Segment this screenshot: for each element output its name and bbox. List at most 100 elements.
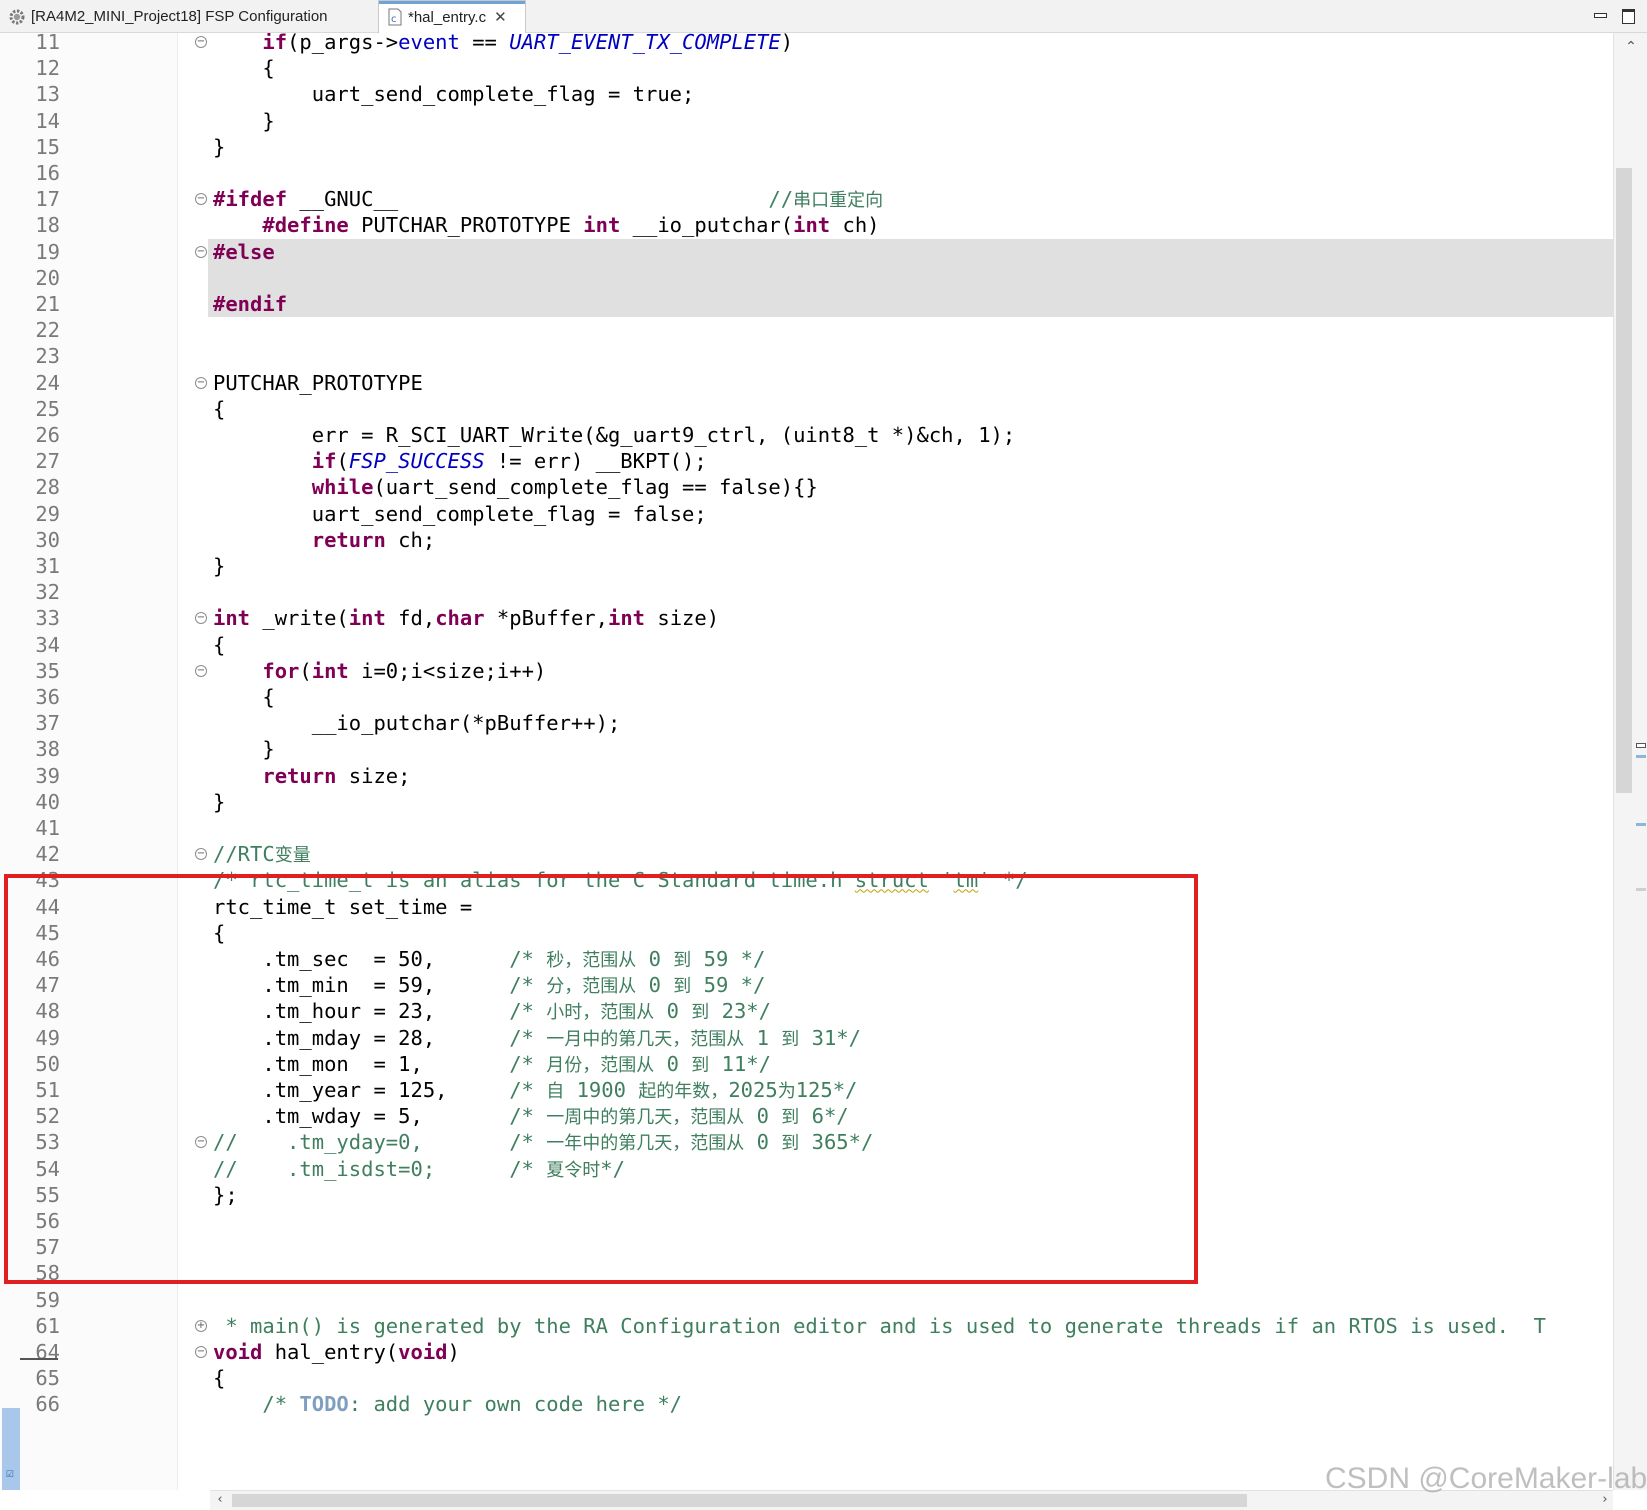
code-text: return size; (262, 763, 411, 788)
code-line[interactable]: 29 uart_send_complete_flag = false; (0, 501, 1613, 528)
overview-ruler-marker[interactable] (1636, 823, 1646, 826)
vertical-scrollbar[interactable]: ⌃ (1613, 33, 1647, 1490)
scroll-left-icon[interactable]: ‹ (212, 1492, 228, 1510)
overview-ruler-marker[interactable] (1636, 743, 1646, 748)
code-line[interactable]: 44 rtc_time_t set_time = (0, 894, 1613, 921)
fold-collapse-icon[interactable]: − (195, 1136, 207, 1149)
code-line[interactable]: 56 (0, 1208, 1613, 1235)
code-text: err = R_SCI_UART_Write(&g_uart9_ctrl, (u… (213, 423, 1016, 447)
code-line[interactable]: 47 .tm_min = 59, /* 分，范围从 0 到 59 */ (0, 972, 1613, 999)
code-line[interactable]: 52 .tm_wday = 5, /* 一周中的第几天，范围从 0 到 6*/ (0, 1103, 1613, 1130)
code-line[interactable]: 66 /* TODO: add your own code here */ (0, 1391, 1613, 1418)
code-text: .tm_sec = 50, /* 秒，范围从 0 到 59 */ (213, 947, 766, 971)
fold-collapse-icon[interactable]: − (195, 664, 207, 677)
code-line[interactable]: 48 .tm_hour = 23, /* 小时，范围从 0 到 23*/ (0, 998, 1613, 1025)
fold-collapse-icon[interactable]: − (195, 1346, 207, 1358)
line-underline-marker (20, 1358, 58, 1360)
task-marker-icon[interactable]: ☑ (2, 1466, 18, 1482)
code-line[interactable]: 34 { (0, 632, 1613, 659)
code-text: { (213, 632, 226, 657)
line-number: 11 (35, 33, 60, 54)
code-line[interactable]: 25 { (0, 396, 1613, 423)
line-number: 23 (35, 344, 60, 369)
maximize-icon[interactable] (1620, 6, 1636, 24)
code-line[interactable]: 59 (0, 1287, 1613, 1314)
code-line[interactable]: 27 if(FSP_SUCCESS != err) __BKPT(); (0, 448, 1613, 475)
code-line[interactable]: 40} (0, 789, 1613, 816)
minimize-icon[interactable] (1592, 6, 1608, 22)
close-icon[interactable]: ✕ (494, 10, 507, 25)
line-number: 55 (35, 1182, 60, 1207)
code-line[interactable]: 49 .tm_mday = 28, /* 一月中的第几天，范围从 1 到 31*… (0, 1025, 1613, 1052)
scroll-up-icon[interactable]: ⌃ (1621, 39, 1641, 55)
code-line[interactable]: 64 − void hal_entry(void) (0, 1339, 1613, 1366)
horizontal-scroll-thumb[interactable] (232, 1494, 1247, 1507)
code-line[interactable]: 57 (0, 1234, 1613, 1261)
overview-ruler-marker[interactable] (1636, 888, 1646, 891)
fold-expand-icon[interactable]: + (195, 1319, 207, 1332)
fold-collapse-icon[interactable]: − (195, 193, 207, 206)
code-line[interactable]: 31} (0, 553, 1613, 580)
code-line[interactable]: 46 .tm_sec = 50, /* 秒，范围从 0 到 59 */ (0, 946, 1613, 973)
code-line[interactable]: 20 (0, 265, 1613, 292)
code-line[interactable]: 32 (0, 579, 1613, 606)
code-line[interactable]: 19 − #else (0, 239, 1613, 266)
code-line[interactable]: 13 uart_send_complete_flag = true; (0, 81, 1613, 108)
vertical-scroll-thumb[interactable] (1616, 168, 1632, 793)
line-number: 19 (35, 239, 60, 264)
code-line[interactable]: 26 err = R_SCI_UART_Write(&g_uart9_ctrl,… (0, 422, 1613, 449)
code-line[interactable]: 23 (0, 343, 1613, 370)
line-number: 30 (35, 527, 60, 552)
tab-hal-entry[interactable]: c *hal_entry.c ✕ (378, 0, 526, 33)
code-line[interactable]: 65 { (0, 1365, 1613, 1392)
code-line[interactable]: 45 { (0, 920, 1613, 947)
code-line[interactable]: 33 − int _write(int fd,char *pBuffer,int s… (0, 605, 1613, 632)
code-line[interactable]: 30 return ch; (0, 527, 1613, 554)
code-line[interactable]: 38 } (0, 736, 1613, 763)
code-line[interactable]: 21 #endif (0, 291, 1613, 318)
code-line[interactable]: 42 −//RTC变量 (0, 841, 1613, 868)
code-line[interactable]: 16 (0, 160, 1613, 187)
code-line[interactable]: 35 − for(int i=0;i<size;i++) (0, 658, 1613, 685)
code-line[interactable]: 41 (0, 815, 1613, 842)
code-line[interactable]: 51 .tm_year = 125, /* 自 1900 起的年数，2025为1… (0, 1077, 1613, 1104)
code-text: int _write(int fd,char *pBuffer,int size… (213, 606, 720, 631)
fold-collapse-icon[interactable]: − (195, 245, 207, 258)
code-line[interactable]: 22 (0, 317, 1613, 344)
fold-collapse-icon[interactable]: − (195, 376, 207, 389)
gear-icon (9, 9, 25, 24)
code-line[interactable]: 37 __io_putchar(*pBuffer++); (0, 710, 1613, 737)
code-line[interactable]: 53 −// .tm_yday=0, /* 一年中的第几天，范围从 0 到 365… (0, 1129, 1613, 1156)
code-line[interactable]: 61 + * main() is generated by the RA Conf… (0, 1313, 1613, 1340)
code-line[interactable]: 15} (0, 134, 1613, 161)
code-editor[interactable]: 11 − if(p_args->event == UART_EVENT_TX_CO… (0, 33, 1613, 1490)
code-line[interactable]: 17 − #ifdef __GNUC__ //串口重定向 (0, 186, 1613, 213)
code-line[interactable]: 43 /* rtc_time_t is an alias for the C St… (0, 867, 1613, 894)
line-number: 28 (35, 475, 60, 500)
code-text: } (213, 789, 226, 814)
code-line[interactable]: 12 { (0, 55, 1613, 82)
overview-ruler-marker[interactable] (1636, 755, 1646, 758)
code-line[interactable]: 11 − if(p_args->event == UART_EVENT_TX_CO… (0, 33, 1613, 56)
code-line[interactable]: 58 (0, 1260, 1613, 1287)
code-line[interactable]: 50 .tm_mon = 1, /* 月份，范围从 0 到 11*/ (0, 1051, 1613, 1078)
code-line[interactable]: 14 } (0, 108, 1613, 135)
code-line[interactable]: 55}; (0, 1182, 1613, 1209)
line-number: 59 (35, 1287, 60, 1312)
tab-fsp-configuration[interactable]: [RA4M2_MINI_Project18] FSP Configuration (4, 0, 376, 33)
code-line[interactable]: 18 #define PUTCHAR_PROTOTYPE int __io_pu… (0, 212, 1613, 239)
code-line[interactable]: 24 − PUTCHAR_PROTOTYPE (0, 370, 1613, 397)
code-text: /* rtc_time_t is an alias for the C Stan… (213, 868, 1028, 893)
line-number: 16 (35, 161, 60, 185)
code-line[interactable]: 54 // .tm_isdst=0; /* 夏令时*/ (0, 1156, 1613, 1183)
code-line[interactable]: 28 while(uart_send_complete_flag == fals… (0, 474, 1613, 501)
line-number: 21 (35, 292, 60, 316)
fold-collapse-icon[interactable]: − (195, 36, 207, 48)
code-line[interactable]: 39 return size; (0, 763, 1613, 790)
fold-collapse-icon[interactable]: − (195, 612, 207, 625)
fold-collapse-icon[interactable]: − (195, 848, 207, 861)
line-number: 48 (35, 999, 60, 1024)
line-number: 14 (35, 108, 60, 133)
svg-text:c: c (391, 14, 397, 25)
code-line[interactable]: 36 { (0, 684, 1613, 711)
